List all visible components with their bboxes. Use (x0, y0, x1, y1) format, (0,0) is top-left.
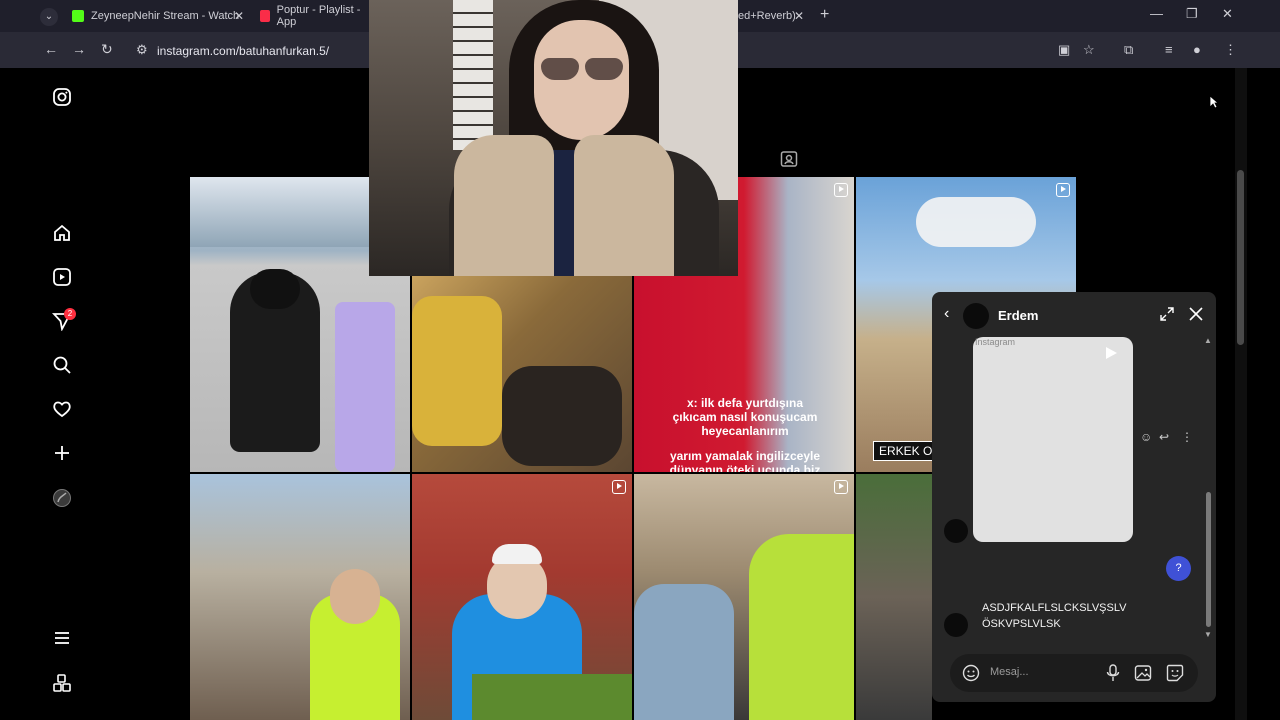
home-icon[interactable] (51, 222, 73, 244)
chevron-left-icon[interactable]: ‹ (944, 305, 949, 323)
mouse-cursor-icon (1209, 95, 1220, 114)
back-icon[interactable]: ← (44, 41, 58, 57)
minimize-icon[interactable]: — (1150, 6, 1163, 21)
instagram-logo-icon[interactable] (51, 86, 73, 108)
chat-contact-name[interactable]: Erdem (998, 308, 1038, 323)
reel-icon (834, 480, 848, 494)
forward-icon[interactable]: → (72, 41, 86, 57)
reels-icon[interactable] (51, 266, 73, 288)
window-close-icon[interactable]: ✕ (1222, 6, 1233, 22)
search-icon[interactable] (51, 354, 73, 376)
tab-title: Poptur - Playlist - App (276, 4, 361, 28)
more-menu-icon[interactable] (51, 627, 73, 649)
tab-reverb[interactable]: ed+Reverb) ✕ (730, 4, 810, 28)
notification-badge: 2 (64, 308, 76, 320)
reel-icon (1056, 183, 1070, 197)
grid-post-6[interactable] (412, 474, 632, 720)
chat-scrollbar-thumb[interactable] (1206, 492, 1211, 627)
tab-poptur[interactable]: Poptur - Playlist - App (252, 4, 370, 28)
browser-menu-icon[interactable]: ⋮ (1224, 42, 1237, 58)
sender-avatar (944, 613, 968, 637)
maximize-icon[interactable]: ❐ (1186, 6, 1198, 22)
reload-icon[interactable]: ↻ (101, 41, 113, 58)
music-icon (260, 10, 270, 22)
react-emoji-icon[interactable]: ☺ (1140, 430, 1152, 444)
streamer-webcam (369, 0, 738, 276)
profile-avatar-icon[interactable] (51, 487, 73, 509)
help-button[interactable]: ? (1166, 556, 1191, 581)
also-from-meta-icon[interactable] (51, 672, 73, 694)
reel-icon (834, 183, 848, 197)
tab-zeyneepnehir[interactable]: ZeyneepNehir Stream - Watch ✕ (64, 4, 250, 28)
sender-avatar (944, 519, 968, 543)
url-text: instagram.com/batuhanfurkan.5/ (157, 44, 330, 58)
extensions-icon[interactable]: ⧉ (1124, 42, 1133, 58)
play-icon (1103, 345, 1119, 366)
scroll-up-icon[interactable]: ▲ (1204, 336, 1212, 345)
more-options-icon[interactable]: ⋮ (1181, 430, 1193, 444)
instagram-sidebar (34, 68, 90, 720)
grid-post-2[interactable] (412, 276, 632, 472)
profile-avatar[interactable]: ● (1193, 42, 1201, 57)
tab-title: ZeyneepNehir Stream - Watch (91, 10, 240, 22)
bookmark-star-icon[interactable]: ☆ (1083, 42, 1095, 58)
close-icon[interactable]: ✕ (794, 9, 804, 23)
sticker-icon[interactable] (1166, 664, 1184, 687)
microphone-icon[interactable] (1106, 664, 1120, 687)
media-control-icon[interactable]: ≡ (1165, 42, 1173, 57)
reel-icon (612, 480, 626, 494)
message-input-placeholder: Mesaj... (990, 666, 1029, 678)
new-tab-button[interactable]: + (820, 6, 829, 24)
image-icon[interactable] (1134, 664, 1152, 687)
grid-post-7[interactable] (634, 474, 854, 720)
reply-icon[interactable]: ↩ (1159, 430, 1169, 444)
grid-post-8[interactable] (856, 474, 932, 720)
scroll-down-icon[interactable]: ▼ (1204, 630, 1212, 639)
post-caption: x: ilk defa yurtdışına çıkıcam nasıl kon… (672, 396, 818, 438)
message-input[interactable] (950, 654, 1198, 692)
avatar[interactable] (963, 303, 989, 329)
shared-media-message[interactable] (973, 337, 1133, 542)
expand-icon[interactable] (1160, 307, 1174, 326)
heart-icon[interactable] (51, 398, 73, 420)
post-caption-2: yarım yamalak ingilizceyle dünyanın ötek… (669, 449, 821, 472)
tagged-icon[interactable] (780, 150, 798, 173)
close-icon[interactable]: ✕ (234, 9, 244, 23)
media-alt-text: Instagram (975, 337, 1016, 347)
page-scrollbar-thumb[interactable] (1237, 170, 1244, 345)
page-scrollbar[interactable] (1235, 68, 1247, 720)
kick-icon (72, 10, 84, 22)
cast-icon[interactable]: ▣ (1058, 42, 1070, 58)
create-plus-icon[interactable] (51, 442, 73, 464)
tab-title: ed+Reverb) (738, 10, 796, 22)
emoji-icon[interactable] (962, 664, 980, 687)
grid-post-5[interactable] (190, 474, 410, 720)
site-info-icon[interactable]: ⚙ (136, 42, 148, 58)
chat-message-bubble[interactable]: ASDJFKALFLSLCKSLVŞSLV ÖSKVPSLVLSK (973, 596, 1129, 636)
tab-search-button[interactable]: ⌄ (40, 8, 58, 26)
close-icon[interactable] (1189, 307, 1203, 326)
